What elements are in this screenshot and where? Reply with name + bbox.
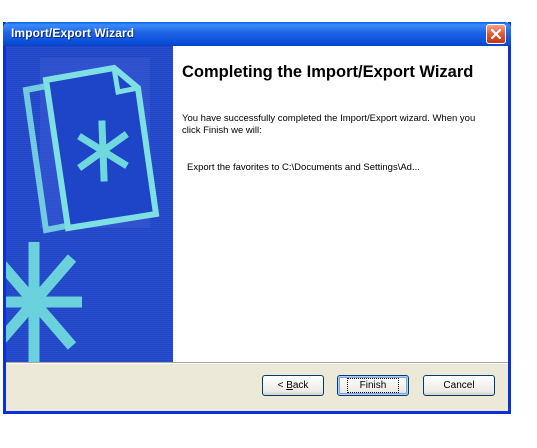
finish-label: Finish bbox=[346, 378, 400, 393]
export-summary: Export the favorites to C:\Documents and… bbox=[187, 162, 420, 173]
completion-description: You have successfully completed the Impo… bbox=[182, 113, 476, 136]
back-label: ack bbox=[292, 380, 309, 391]
asterisk-lower bbox=[6, 242, 82, 362]
back-button[interactable]: < Back bbox=[262, 375, 324, 396]
cancel-button[interactable]: Cancel bbox=[423, 375, 495, 396]
finish-button[interactable]: Finish bbox=[337, 375, 409, 396]
back-mnemonic: B bbox=[286, 380, 293, 391]
window-title: Import/Export Wizard bbox=[11, 26, 135, 40]
wizard-side-graphic bbox=[6, 46, 173, 362]
favorites-document-graphic bbox=[6, 58, 160, 362]
cancel-label: Cancel bbox=[443, 380, 475, 391]
title-bar[interactable]: Import/Export Wizard bbox=[3, 22, 511, 46]
close-icon bbox=[490, 28, 502, 40]
back-prefix: < bbox=[277, 380, 287, 391]
close-button[interactable] bbox=[486, 24, 506, 44]
button-separator bbox=[6, 362, 508, 364]
page-title: Completing the Import/Export Wizard bbox=[182, 63, 474, 81]
wizard-content: Completing the Import/Export Wizard You … bbox=[173, 46, 508, 362]
